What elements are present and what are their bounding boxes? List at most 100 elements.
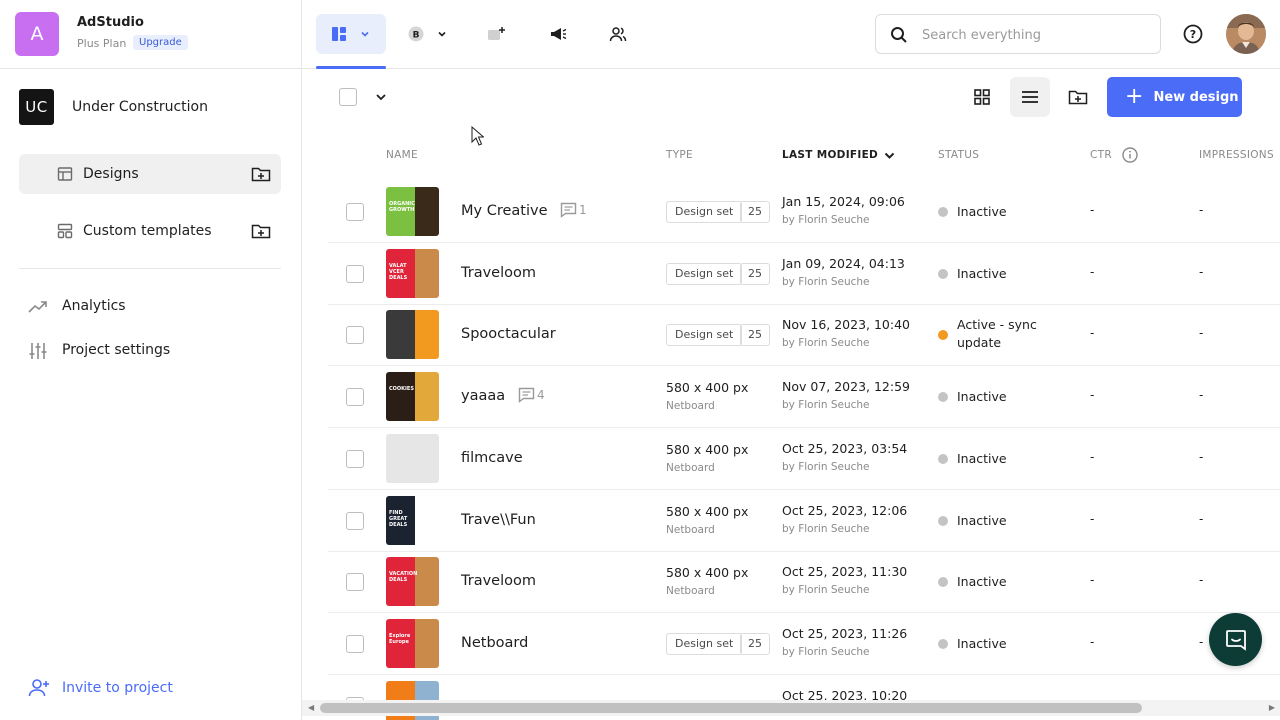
scroll-right-icon[interactable]: ▶ [1269, 703, 1275, 712]
table-row[interactable]: filmcave 580 x 400 px Netboard Oct 25, 2023… [328, 428, 1280, 490]
status-indicator [938, 515, 948, 526]
row-checkbox[interactable] [346, 634, 364, 653]
table-row[interactable]: FIND GREAT DEALS Trave\\Fun 580 x 400 px Ne… [328, 490, 1280, 552]
design-thumbnail[interactable]: VALAT VCER DEALS [386, 248, 439, 298]
sidebar-item-project-settings[interactable]: Project settings [28, 339, 278, 363]
design-count-badge: 25 [740, 262, 770, 285]
top-bar: B ? [302, 0, 1280, 69]
brand-b-icon: B [408, 26, 424, 42]
column-header-impressions[interactable]: IMPRESSIONS [1199, 149, 1274, 161]
column-header-ctr[interactable]: CTR [1090, 149, 1112, 161]
status-label: Inactive [957, 389, 1007, 405]
design-thumbnail[interactable] [386, 433, 439, 483]
chevron-down-icon[interactable] [374, 91, 388, 103]
design-name[interactable]: Netboard [461, 635, 528, 651]
design-name[interactable]: Traveloom [461, 265, 536, 281]
design-name[interactable]: My Creative [461, 203, 548, 219]
project-header[interactable]: UC Under Construction [19, 89, 281, 125]
design-name[interactable]: Spooctacular [461, 326, 556, 342]
column-header-last-modified[interactable]: LAST MODIFIED [782, 149, 878, 161]
table-row[interactable]: ORGANIC GROWTH My Creative 1 Design set 25 Ja… [328, 181, 1280, 243]
row-checkbox[interactable] [346, 573, 364, 592]
invite-to-project[interactable]: Invite to project [28, 676, 278, 700]
design-name[interactable]: Traveloom [461, 573, 536, 589]
design-size: 580 x 400 px [666, 503, 749, 519]
thumbnail-caption: Explore Europe [389, 632, 411, 645]
scrollbar-thumb[interactable] [320, 703, 1142, 713]
design-thumbnail[interactable]: Explore Europe [386, 618, 439, 668]
design-thumbnail[interactable] [386, 310, 439, 360]
design-size: 580 x 400 px [666, 441, 749, 457]
table-row[interactable]: Explore Europe Netboard Design set 25 Oct 25… [328, 613, 1280, 675]
org-name: AdStudio [77, 15, 144, 30]
megaphone-icon [551, 28, 567, 40]
list-view-button[interactable] [1010, 77, 1050, 117]
org-plan: Plus Plan [77, 37, 127, 50]
sidebar-item-label: Analytics [62, 298, 126, 314]
add-folder-icon[interactable] [251, 165, 271, 183]
sidebar-item-designs[interactable]: Designs [19, 154, 281, 194]
comment-count[interactable]: 1 [560, 202, 587, 218]
design-thumbnail[interactable]: VACATION DEALS [386, 557, 439, 607]
design-thumbnail[interactable]: ORGANIC GROWTH [386, 187, 439, 236]
row-checkbox[interactable] [346, 388, 364, 407]
column-header-status[interactable]: STATUS [938, 149, 979, 161]
column-header-name[interactable]: NAME [386, 149, 418, 161]
sort-desc-icon[interactable] [883, 150, 896, 162]
sidebar-item-analytics[interactable]: Analytics [28, 295, 278, 319]
add-user-icon [28, 679, 49, 697]
new-design-button[interactable]: + New design [1107, 77, 1242, 117]
new-folder-button[interactable] [1058, 77, 1098, 117]
table-row[interactable]: VALAT VCER DEALS Traveloom Design set 25 Jan… [328, 243, 1280, 305]
upgrade-link[interactable]: Upgrade [133, 35, 188, 50]
row-checkbox[interactable] [346, 203, 364, 221]
modified-date: Oct 25, 2023, 11:30 [782, 564, 908, 580]
column-header-type[interactable]: TYPE [666, 149, 693, 161]
org-avatar[interactable]: A [15, 12, 59, 56]
status-indicator [938, 392, 948, 403]
grid-view-button[interactable] [962, 77, 1002, 117]
design-size: 580 x 400 px [666, 380, 749, 396]
design-thumbnail[interactable]: COOKIES [386, 372, 439, 422]
org-switcher[interactable]: A AdStudio Plus Plan Upgrade [0, 0, 301, 69]
project-logo: UC [19, 89, 54, 125]
row-checkbox[interactable] [346, 264, 364, 283]
design-name[interactable]: yaaaa [461, 388, 505, 404]
comment-count[interactable]: 4 [518, 387, 545, 403]
search-input[interactable] [922, 24, 1142, 46]
modified-date: Jan 09, 2024, 04:13 [782, 255, 905, 271]
list-icon [1022, 91, 1038, 103]
horizontal-scrollbar[interactable]: ◀ ▶ [302, 700, 1280, 716]
add-folder-icon[interactable] [251, 222, 271, 240]
scroll-left-icon[interactable]: ◀ [308, 703, 314, 712]
modified-by: by Florin Seuche [782, 522, 870, 535]
design-thumbnail[interactable]: FIND GREAT DEALS [386, 495, 439, 545]
info-icon[interactable] [1122, 147, 1138, 163]
row-checkbox[interactable] [346, 449, 364, 468]
ctr-value: - [1090, 573, 1095, 588]
design-name[interactable]: filmcave [461, 450, 523, 466]
table-row[interactable]: COOKIES yaaaa 4 580 x 400 px Netboard Nov 07,… [328, 366, 1280, 429]
team-icon [609, 27, 627, 42]
tab-designs[interactable] [316, 14, 386, 54]
design-name[interactable]: Trave\\Fun [461, 512, 536, 528]
row-checkbox[interactable] [346, 511, 364, 530]
table-row[interactable]: VACATION DEALS Traveloom 580 x 400 px Netbo… [328, 551, 1280, 614]
tab-team[interactable] [600, 14, 636, 54]
support-chat-button[interactable] [1209, 613, 1262, 666]
tab-brand[interactable]: B [398, 14, 458, 54]
impressions-value: - [1199, 326, 1204, 341]
sidebar-item-label: Project settings [62, 342, 171, 358]
sidebar-item-custom-templates[interactable]: Custom templates [19, 211, 281, 251]
modified-by: by Florin Seuche [782, 645, 870, 658]
row-checkbox[interactable] [346, 326, 364, 345]
user-avatar[interactable] [1226, 14, 1266, 54]
table-row[interactable]: Spooctacular Design set 25 Nov 16, 2023, 10… [328, 304, 1280, 367]
modified-date: Oct 25, 2023, 03:54 [782, 440, 908, 456]
status-label-line2: update [957, 335, 1002, 351]
help-icon[interactable]: ? [1183, 24, 1203, 44]
tab-media[interactable] [478, 14, 514, 54]
search-box[interactable] [875, 14, 1161, 54]
tab-campaigns[interactable] [540, 14, 576, 54]
select-all-checkbox[interactable] [339, 88, 357, 106]
